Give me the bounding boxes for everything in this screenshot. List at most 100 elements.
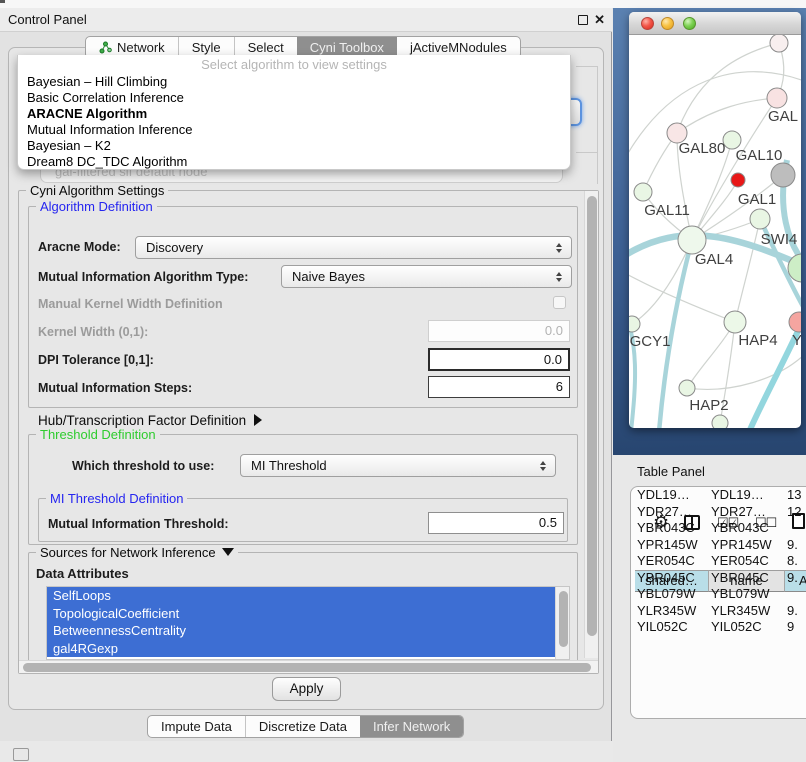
node-hap4[interactable] [724, 311, 746, 333]
close-traffic-light-icon[interactable] [641, 17, 654, 30]
table-row[interactable]: YBR045CYBR045C9. [631, 570, 806, 587]
algorithm-option-aracne-algorithm[interactable]: ARACNE Algorithm [18, 106, 570, 122]
node-gal-clipped-label: GAL [768, 108, 798, 125]
attribute-item-gal4rgexp[interactable]: gal4RGexp [47, 640, 569, 658]
network-window-titlebar[interactable] [629, 12, 801, 35]
attribute-item-betweennesscentrality[interactable]: BetweennessCentrality [47, 622, 569, 640]
tab-discretize-data[interactable]: Discretize Data [245, 716, 360, 737]
node-gal11[interactable] [634, 183, 652, 201]
algorithm-option-bayesian-k2[interactable]: Bayesian – K2 [18, 138, 570, 154]
table-cell: YER054C [711, 553, 769, 570]
tab-label: Impute Data [161, 716, 232, 737]
algorithm-option-dream8-dc-tdc-algorithm[interactable]: Dream8 DC_TDC Algorithm [18, 154, 570, 170]
mi-steps-field[interactable]: 6 [428, 376, 570, 398]
mi-threshold-definition-title: MI Threshold Definition [46, 492, 187, 506]
expand-right-icon[interactable] [254, 414, 262, 426]
node-gcy1-label: GCY1 [630, 333, 671, 350]
attributes-list-scrollbar[interactable] [555, 587, 570, 660]
sources-title[interactable]: Sources for Network Inference [36, 546, 238, 560]
node-gal80-label: GAL80 [679, 140, 726, 157]
node-gal4[interactable] [678, 226, 706, 254]
table-cell: YDR27… [637, 504, 692, 521]
bottom-tab-bar: Impute Data Discretize DataInfer Network [147, 715, 464, 738]
aracne-mode-combo[interactable]: Discovery [135, 236, 572, 259]
node-gal11-label: GAL11 [644, 202, 690, 219]
dpi-tolerance-label: DPI Tolerance [0,1]: [38, 353, 154, 367]
table-row[interactable]: YBL079WYBL079W [631, 586, 806, 603]
which-threshold-combo[interactable]: MI Threshold [240, 454, 556, 477]
node-gal1[interactable] [750, 209, 770, 229]
minimize-traffic-light-icon[interactable] [661, 17, 674, 30]
node-hap2-label: HAP2 [689, 397, 728, 414]
threshold-definition-title: Threshold Definition [36, 428, 160, 442]
algorithm-definition-title: Algorithm Definition [36, 200, 157, 214]
table-row[interactable]: YDL19… YDL19… 13 [631, 487, 806, 504]
algorithm-dropdown-prompt: Select algorithm to view settings [18, 57, 570, 72]
settings-horizontal-scrollbar-thumb[interactable] [23, 663, 591, 672]
node-gray[interactable] [771, 163, 795, 187]
node-hap4-label: HAP4 [738, 332, 777, 349]
hidden-groupbox-border [576, 152, 597, 153]
node-hap2[interactable] [679, 380, 695, 396]
collapse-down-icon[interactable] [222, 548, 234, 556]
settings-vertical-scrollbar-thumb[interactable] [587, 196, 597, 636]
attribute-item-selfloops[interactable]: SelfLoops [47, 587, 569, 605]
sources-title-text: Sources for Network Inference [40, 545, 216, 560]
algorithm-option-basic-correlation-inference[interactable]: Basic Correlation Inference [18, 90, 570, 106]
table-cell: 9. [787, 537, 798, 554]
table-row[interactable]: YLR345WYLR345W9. [631, 603, 806, 620]
table-cell: YBL079W [637, 586, 696, 603]
table-panel-area: Table Panel ⚙ ☑☑ ☐☐ shared… name A YDL19… [613, 455, 806, 762]
attributes-list-scrollbar-thumb[interactable] [559, 591, 568, 647]
settings-vertical-scrollbar[interactable] [584, 191, 598, 658]
mi-algorithm-type-value: Naive Bayes [292, 266, 365, 287]
table-row[interactable]: YDR27… YDR27… 12 [631, 504, 806, 521]
table-cell: 9. [787, 570, 798, 587]
algorithm-option-bayesian-hill-climbing[interactable]: Bayesian – Hill Climbing [18, 74, 570, 90]
table-rows: YDL19…YDL19…13YDR27…YDR27…12YBR043CYBR04… [631, 487, 806, 627]
kernel-width-field[interactable]: 0.0 [428, 320, 570, 342]
table-row[interactable]: YPR145WYPR145W9. [631, 537, 806, 554]
table-row[interactable]: YER054CYER054C8. [631, 553, 806, 570]
aracne-mode-label: Aracne Mode: [38, 240, 121, 254]
settings-horizontal-scrollbar[interactable] [19, 660, 598, 673]
close-icon[interactable]: ✕ [594, 11, 605, 28]
node-salmon-clipped[interactable] [789, 312, 801, 332]
mi-threshold-field[interactable]: 0.5 [428, 512, 564, 534]
attribute-item-topologicalcoefficient[interactable]: TopologicalCoefficient [47, 605, 569, 623]
node-gcy1[interactable] [629, 316, 640, 332]
tab-impute-data[interactable]: Impute Data [148, 716, 245, 737]
table-cell: 12 [787, 504, 801, 521]
algorithm-dropdown-list: Bayesian – Hill ClimbingBasic Correlatio… [18, 74, 570, 170]
algorithm-option-mutual-information-inference[interactable]: Mutual Information Inference [18, 122, 570, 138]
node-gal-clipped[interactable] [767, 88, 787, 108]
tab-infer-network[interactable]: Infer Network [360, 716, 463, 737]
table-cell: YBR043C [637, 520, 695, 537]
network-view-window[interactable]: GALGAL80GAL10GAL1GAL11GAL4SWI4GCY1HAP4YH… [629, 12, 801, 428]
table-cell: YDL19… [711, 487, 764, 504]
table-row[interactable]: YIL052CYIL052C9 [631, 619, 806, 627]
manual-kernel-width-checkbox[interactable] [553, 296, 566, 309]
minimized-panel-icon[interactable] [13, 748, 29, 761]
dpi-tolerance-field[interactable]: 0.0 [428, 348, 570, 371]
table-cell: YIL052C [711, 619, 762, 627]
node-unlabeled-bottom[interactable] [712, 415, 728, 428]
float-icon[interactable] [578, 15, 588, 25]
control-panel-titlebar: Control Panel ✕ [0, 8, 612, 32]
algorithm-dropdown: Select algorithm to view settings Bayesi… [17, 55, 571, 170]
node-unlabeled-top[interactable] [770, 34, 788, 52]
table-cell: 9. [787, 603, 798, 620]
hub-factor-section[interactable]: Hub/Transcription Factor Definition [38, 413, 262, 428]
apply-button[interactable]: Apply [272, 677, 341, 701]
zoom-traffic-light-icon[interactable] [683, 17, 696, 30]
table-cell: YDR27… [711, 504, 766, 521]
network-canvas[interactable]: GALGAL80GAL10GAL1GAL11GAL4SWI4GCY1HAP4YH… [629, 12, 801, 428]
table-cell: YDL19… [637, 487, 690, 504]
mi-algorithm-type-combo[interactable]: Naive Bayes [281, 265, 572, 288]
table-cell: YPR145W [637, 537, 698, 554]
table-row[interactable]: YBR043CYBR043C [631, 520, 806, 537]
table-cell: YBR045C [637, 570, 695, 587]
data-attributes-list[interactable]: SelfLoopsTopologicalCoefficientBetweenne… [46, 586, 570, 660]
node-red-selected[interactable] [731, 173, 745, 187]
table-cell: 13 [787, 487, 801, 504]
